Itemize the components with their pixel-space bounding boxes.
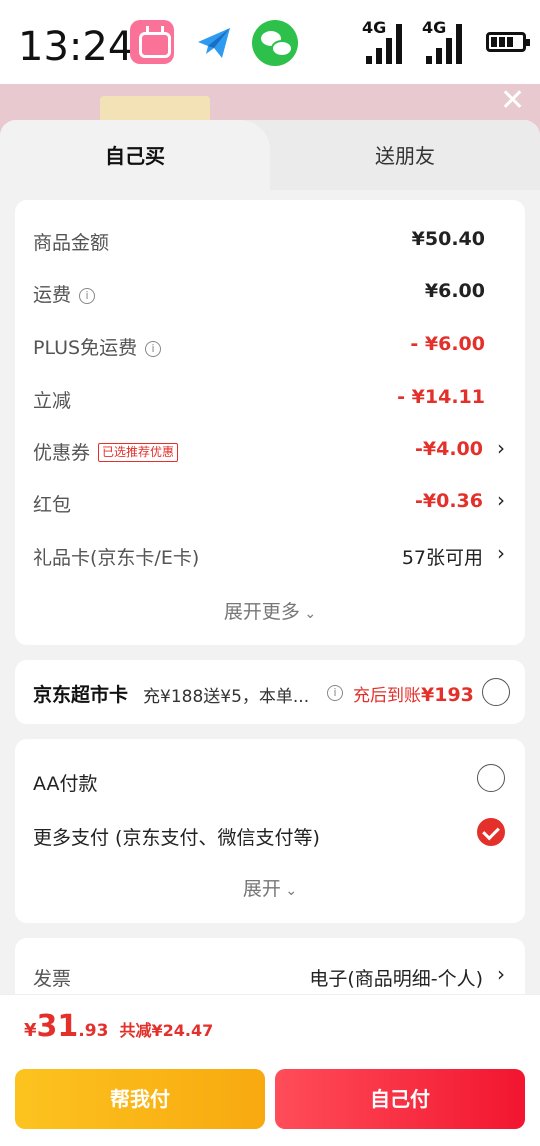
row-label: 立减 — [33, 390, 72, 412]
clock: 13:24 — [18, 24, 134, 70]
network-type-label: 4G — [362, 18, 387, 37]
total-integer: 31 — [36, 1009, 79, 1044]
row-plus-free-shipping: PLUS免运费 i - ¥6.00 — [33, 325, 507, 365]
checkout-footer: ¥31.93 共减¥24.47 帮我付 自己付 — [0, 994, 540, 1146]
row-label: 礼品卡(京东卡/E卡) — [33, 547, 200, 569]
promo-radio[interactable] — [482, 678, 510, 706]
payment-option-aa[interactable]: AA付款 — [33, 761, 507, 801]
expand-more-label: 展开更多 — [223, 601, 300, 623]
total-saved: 共减¥24.47 — [119, 1021, 214, 1040]
promo-result-amount: ¥193 — [421, 684, 474, 706]
row-goods-amount: 商品金额 ¥50.40 — [33, 220, 507, 260]
payment-label: AA付款 — [33, 773, 98, 795]
help-me-pay-button[interactable]: 帮我付 — [15, 1069, 265, 1129]
payment-option-more[interactable]: 更多支付 (京东支付、微信支付等) — [33, 815, 507, 855]
recommended-tag: 已选推荐优惠 — [98, 443, 179, 462]
chevron-right-icon: › — [497, 488, 505, 512]
status-bar: 13:24 4G 4G — [0, 0, 540, 84]
row-invoice[interactable]: 发票 电子(商品明细-个人) › — [33, 956, 507, 996]
row-value: ¥50.40 — [411, 228, 485, 250]
price-detail-card: 商品金额 ¥50.40 运费 i ¥6.00 PLUS免运费 i - ¥6.00 立… — [15, 200, 525, 645]
info-icon[interactable]: i — [327, 685, 343, 701]
total-decimal: .93 — [78, 1021, 109, 1041]
info-icon[interactable]: i — [145, 341, 162, 357]
total-price: ¥31.93 共减¥24.47 — [24, 1009, 213, 1044]
wechat-app-icon — [252, 20, 298, 66]
row-label: 优惠券 — [33, 442, 91, 464]
row-value: 57张可用 — [401, 547, 483, 569]
promo-description: 充¥188送¥5，本单... — [143, 687, 310, 707]
tab-self-buy[interactable]: 自己买 — [0, 120, 270, 190]
bilibili-app-icon — [130, 20, 174, 64]
payment-method-card: AA付款 更多支付 (京东支付、微信支付等) 展开 ⌄ — [15, 739, 525, 923]
aa-radio[interactable] — [477, 764, 505, 792]
signal-icon: 4G — [362, 18, 412, 66]
chevron-down-icon: ⌄ — [299, 606, 317, 622]
row-value: - ¥14.11 — [397, 386, 485, 408]
chevron-right-icon: › — [497, 436, 505, 460]
expand-more-button[interactable]: 展开更多 ⌄ — [15, 597, 525, 624]
row-value: - ¥6.00 — [410, 333, 485, 355]
close-icon[interactable]: ✕ — [500, 86, 530, 116]
pay-myself-button[interactable]: 自己付 — [275, 1069, 525, 1129]
row-shipping: 运费 i ¥6.00 — [33, 272, 507, 312]
battery-icon — [486, 32, 530, 52]
row-gift-card[interactable]: 礼品卡(京东卡/E卡) 57张可用 › — [33, 535, 507, 575]
row-red-packet[interactable]: 红包 -¥0.36 › — [33, 482, 507, 522]
tab-gift-friend[interactable]: 送朋友 — [270, 120, 540, 190]
chevron-down-icon: ⌄ — [280, 883, 298, 899]
row-label: 红包 — [33, 494, 72, 516]
supermarket-card-promo[interactable]: 京东超市卡 充¥188送¥5，本单... i 充后到账¥193 — [15, 660, 525, 724]
chevron-right-icon: › — [497, 541, 505, 565]
row-value: 电子(商品明细-个人) — [309, 968, 483, 990]
more-payment-radio-checked[interactable] — [477, 818, 505, 846]
row-label: 发票 — [33, 968, 72, 990]
send-app-icon — [192, 20, 236, 64]
info-icon[interactable]: i — [79, 288, 96, 304]
checkout-sheet: 自己买 送朋友 商品金额 ¥50.40 运费 i ¥6.00 PLUS免运费 i -… — [0, 120, 540, 1146]
row-label: 商品金额 — [33, 232, 110, 254]
row-instant-discount: 立减 - ¥14.11 — [33, 378, 507, 418]
currency-symbol: ¥ — [24, 1020, 37, 1041]
row-value: -¥4.00 — [415, 438, 483, 460]
payment-label: 更多支付 (京东支付、微信支付等) — [33, 827, 320, 849]
network-type-label: 4G — [422, 18, 447, 37]
tab-bar: 自己买 送朋友 — [0, 120, 540, 190]
signal-icon: 4G — [422, 18, 472, 66]
chevron-right-icon: › — [497, 962, 505, 986]
row-value: -¥0.36 — [415, 490, 483, 512]
expand-payment-button[interactable]: 展开 ⌄ — [15, 874, 525, 901]
expand-label: 展开 — [242, 878, 281, 900]
promo-title: 京东超市卡 — [33, 684, 129, 706]
row-label: 运费 — [33, 284, 72, 306]
promo-result-label: 充后到账 — [353, 686, 421, 706]
row-label: PLUS免运费 — [33, 337, 138, 359]
row-coupon[interactable]: 优惠券 已选推荐优惠 -¥4.00 › — [33, 430, 507, 470]
row-value: ¥6.00 — [424, 280, 485, 302]
